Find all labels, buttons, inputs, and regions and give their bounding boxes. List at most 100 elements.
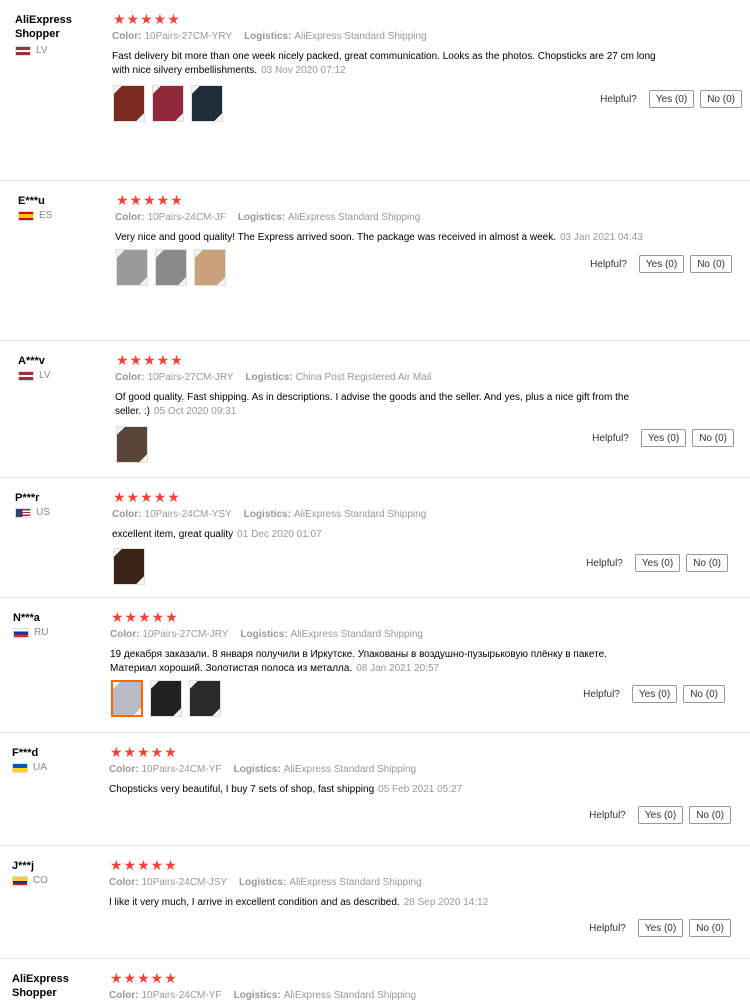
- logistics-label: Logistics:: [244, 31, 292, 42]
- helpful-yes-button[interactable]: Yes (0): [637, 919, 684, 937]
- helpful-no-button[interactable]: No (0): [686, 554, 728, 572]
- country-flag-icon: [15, 507, 31, 518]
- review-photos: [116, 426, 148, 463]
- rating-stars: ★★★★★: [113, 489, 181, 505]
- logistics-label: Logistics:: [239, 877, 287, 888]
- review-date: 08 Jan 2021 20:57: [356, 663, 440, 674]
- color-value: 10Pairs-24CM-JF: [147, 212, 226, 223]
- review-photo-thumbnail[interactable]: [113, 548, 145, 585]
- review-date: 03 Jan 2021 04:43: [560, 232, 643, 243]
- helpful-no-button[interactable]: No (0): [683, 685, 725, 703]
- review-body: Fast delivery bit more than one week nic…: [112, 51, 656, 76]
- review-photo-thumbnail[interactable]: [113, 85, 145, 122]
- review-item: P***r US ★★★★★ Color: 10Pairs-24CM-YSY Log…: [0, 477, 750, 598]
- logistics-value: China Post Registered Air Mail: [295, 372, 432, 383]
- rating-stars: ★★★★★: [110, 970, 178, 986]
- color-label: Color:: [109, 877, 139, 888]
- review-photo-thumbnail[interactable]: [191, 85, 223, 122]
- country-flag-icon: [15, 45, 31, 56]
- rating-stars: ★★★★★: [110, 857, 178, 873]
- order-info: Color: 10Pairs-27CM-JRY Logistics: AliExpre…: [110, 629, 423, 640]
- country-code: ES: [39, 210, 53, 221]
- review-photo-thumbnail[interactable]: [111, 680, 143, 717]
- review-date: 05 Feb 2021 05:27: [378, 784, 463, 795]
- helpful-label: Helpful?: [590, 258, 627, 270]
- review-date: 03 Nov 2020 07:12: [261, 65, 346, 76]
- order-info: Color: 10Pairs-24CM-YF Logistics: AliExpres…: [109, 990, 416, 1001]
- helpful-yes-button[interactable]: Yes (0): [648, 90, 695, 108]
- order-info: Color: 10Pairs-27CM-JRY Logistics: China Po…: [115, 372, 431, 383]
- review-photo-thumbnail[interactable]: [150, 680, 182, 717]
- reviewer-country: US: [15, 507, 50, 518]
- review-text: Very nice and good quality! The Express …: [115, 231, 675, 245]
- reviewer-name: AliExpress Shopper: [12, 973, 69, 999]
- review-item: AliExpress Shopper LV ★★★★★ Color: 10Pair…: [0, 0, 750, 180]
- reviewer-country: ES: [18, 210, 52, 221]
- helpful-label: Helpful?: [586, 557, 623, 569]
- color-label: Color:: [109, 764, 139, 775]
- review-photos: [116, 249, 226, 286]
- review-text: Chopsticks very beautiful, I buy 7 sets …: [109, 783, 669, 797]
- rating-stars: ★★★★★: [113, 11, 181, 27]
- color-label: Color:: [112, 509, 142, 520]
- reviewer-country: UA: [12, 762, 47, 773]
- helpful-yes-button[interactable]: Yes (0): [640, 429, 687, 447]
- color-value: 10Pairs-24CM-JSY: [141, 877, 228, 888]
- review-date: 28 Sep 2020 14:12: [403, 897, 489, 908]
- color-label: Color:: [109, 990, 139, 1001]
- review-item: E***u ES ★★★★★ Color: 10Pairs-24CM-JF Logi…: [0, 180, 750, 301]
- color-value: 10Pairs-24CM-YSY: [144, 509, 232, 520]
- country-code: RU: [34, 627, 49, 638]
- helpful-label: Helpful?: [600, 93, 637, 105]
- reviewer-country: CO: [12, 875, 48, 886]
- review-photo-thumbnail[interactable]: [116, 249, 148, 286]
- helpful-no-button[interactable]: No (0): [689, 806, 731, 824]
- country-code: US: [36, 507, 50, 518]
- helpful-yes-button[interactable]: Yes (0): [637, 806, 684, 824]
- helpful-yes-button[interactable]: Yes (0): [638, 255, 685, 273]
- helpful-yes-button[interactable]: Yes (0): [634, 554, 681, 572]
- logistics-value: AliExpress Standard Shipping: [288, 212, 421, 223]
- helpful-label: Helpful?: [589, 809, 626, 821]
- country-flag-icon: [18, 370, 34, 381]
- reviewer-country: RU: [13, 627, 48, 638]
- helpful-no-button[interactable]: No (0): [700, 90, 742, 108]
- country-flag-icon: [12, 875, 28, 886]
- review-photos: [113, 85, 223, 122]
- review-photo-thumbnail[interactable]: [155, 249, 187, 286]
- helpful-no-button[interactable]: No (0): [690, 255, 732, 273]
- order-info: Color: 10Pairs-24CM-JF Logistics: AliExpres…: [115, 212, 420, 223]
- logistics-value: AliExpress Standard Shipping: [293, 509, 427, 520]
- logistics-label: Logistics:: [240, 629, 288, 640]
- color-label: Color:: [110, 629, 140, 640]
- review-item: A***v LV ★★★★★ Color: 10Pairs-27CM-JRY Log…: [0, 340, 750, 478]
- review-photo-thumbnail[interactable]: [189, 680, 221, 717]
- logistics-label: Logistics:: [233, 764, 281, 775]
- order-info: Color: 10Pairs-24CM-YSY Logistics: AliExpre…: [112, 509, 426, 520]
- logistics-label: Logistics:: [237, 212, 286, 223]
- logistics-label: Logistics:: [233, 990, 281, 1001]
- color-label: Color:: [112, 31, 142, 42]
- logistics-value: AliExpress Standard Shipping: [289, 877, 422, 888]
- helpful-no-button[interactable]: No (0): [692, 429, 734, 447]
- review-item: AliExpress Shopper ★★★★★ Color: 10Pairs-2…: [0, 958, 750, 1001]
- country-flag-icon: [18, 210, 34, 221]
- order-info: Color: 10Pairs-24CM-JSY Logistics: AliExpre…: [109, 877, 422, 888]
- review-text: excellent item, great quality 01 Dec 2020…: [112, 528, 672, 542]
- reviewer-name: J***j: [12, 860, 35, 872]
- color-value: 10Pairs-24CM-YF: [141, 764, 222, 775]
- rating-stars: ★★★★★: [116, 192, 184, 208]
- review-text: Of good quality. Fast shipping. As in de…: [115, 391, 655, 419]
- review-photo-thumbnail[interactable]: [116, 426, 148, 463]
- review-photos: [111, 680, 221, 717]
- review-photo-thumbnail[interactable]: [194, 249, 226, 286]
- helpful-no-button[interactable]: No (0): [689, 919, 731, 937]
- logistics-value: AliExpress Standard Shipping: [283, 990, 417, 1001]
- helpful-label: Helpful?: [583, 688, 620, 700]
- review-text: I like it very much, I arrive in excelle…: [109, 896, 669, 910]
- order-info: Color: 10Pairs-24CM-YF Logistics: AliExpres…: [109, 764, 416, 775]
- reviewer-name: E***u: [18, 195, 45, 207]
- review-photo-thumbnail[interactable]: [152, 85, 184, 122]
- helpful-vote: Helpful? Yes (0) No (0): [589, 919, 731, 937]
- helpful-yes-button[interactable]: Yes (0): [631, 685, 678, 703]
